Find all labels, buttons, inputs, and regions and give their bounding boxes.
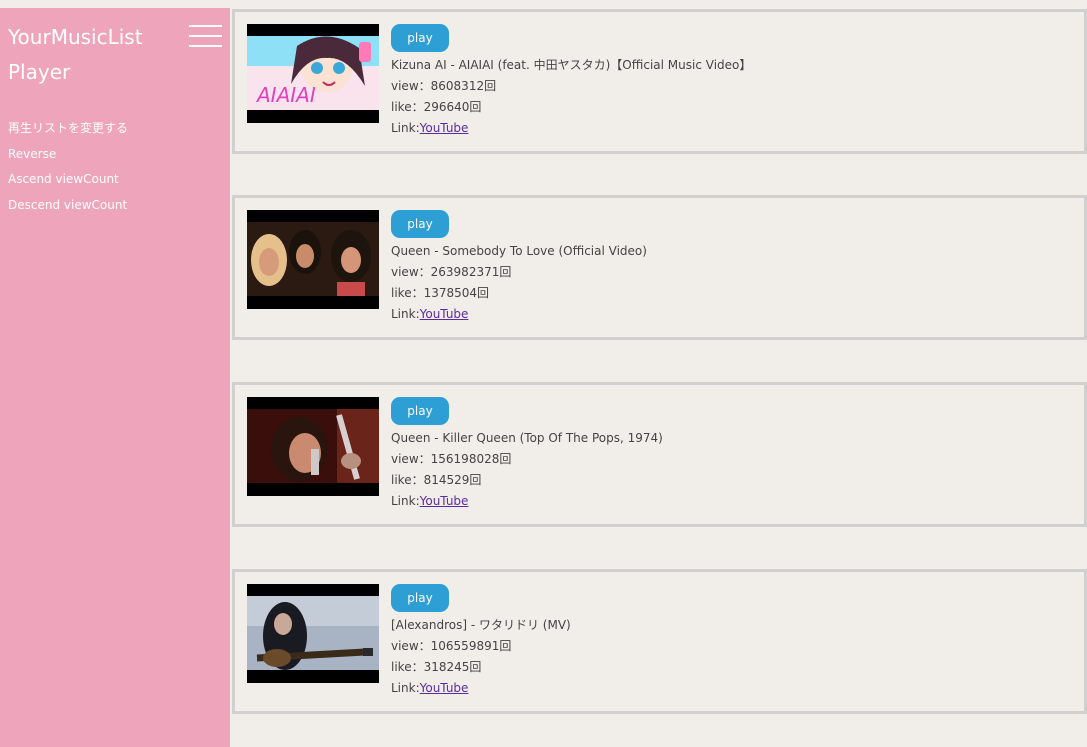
svg-text:AIAIAI: AIAIAI	[255, 83, 316, 107]
sidebar: YourMusicList Player 再生リストを変更する Reverse …	[0, 8, 230, 747]
video-card: play [Alexandros] - ワタリドリ (MV) view：1065…	[232, 569, 1087, 714]
sidebar-item-reverse[interactable]: Reverse	[8, 146, 128, 172]
video-list: AIAIAI play Kizuna AI - AIAIAI (feat. 中田…	[230, 8, 1087, 747]
video-thumbnail[interactable]	[247, 210, 379, 309]
video-thumbnail[interactable]	[247, 584, 379, 683]
like-count: like：814529回	[391, 473, 482, 487]
video-link-row: Link:YouTube	[391, 307, 469, 321]
like-count: like：296640回	[391, 100, 482, 114]
video-link-row: Link:YouTube	[391, 494, 469, 508]
sidebar-item-descend-viewcount[interactable]: Descend viewCount	[8, 197, 128, 223]
video-card: play Queen - Killer Queen (Top Of The Po…	[232, 382, 1087, 527]
app-title-line2: Player	[8, 60, 71, 84]
youtube-link[interactable]: YouTube	[420, 494, 469, 508]
video-card: play Queen - Somebody To Love (Official …	[232, 195, 1087, 340]
youtube-link[interactable]: YouTube	[420, 681, 469, 695]
video-thumbnail-image	[247, 409, 379, 483]
view-count: view：156198028回	[391, 452, 512, 466]
like-count: like：318245回	[391, 660, 482, 674]
view-count: view：263982371回	[391, 265, 512, 279]
top-strip	[0, 0, 1087, 8]
video-title: Kizuna AI - AIAIAI (feat. 中田ヤスタカ)【Offici…	[391, 58, 752, 72]
video-thumbnail[interactable]	[247, 397, 379, 496]
play-button[interactable]: play	[391, 210, 449, 238]
video-thumbnail-image: AIAIAI	[247, 36, 379, 110]
video-title: Queen - Somebody To Love (Official Video…	[391, 244, 647, 258]
view-count: view：106559891回	[391, 639, 512, 653]
video-thumbnail-image	[247, 222, 379, 296]
app-title: YourMusicList Player	[8, 20, 143, 90]
video-title: [Alexandros] - ワタリドリ (MV)	[391, 618, 571, 632]
video-card: AIAIAI play Kizuna AI - AIAIAI (feat. 中田…	[232, 9, 1087, 154]
video-link-row: Link:YouTube	[391, 681, 469, 695]
play-button[interactable]: play	[391, 397, 449, 425]
sidebar-item-change-playlist[interactable]: 再生リストを変更する	[8, 120, 128, 146]
video-thumbnail[interactable]: AIAIAI	[247, 24, 379, 123]
like-count: like：1378504回	[391, 286, 490, 300]
video-info: Queen - Somebody To Love (Official Video…	[391, 241, 647, 325]
video-link-row: Link:YouTube	[391, 121, 469, 135]
app-title-line1: YourMusicList	[8, 25, 143, 49]
video-title: Queen - Killer Queen (Top Of The Pops, 1…	[391, 431, 663, 445]
sidebar-menu: 再生リストを変更する Reverse Ascend viewCount Desc…	[8, 120, 128, 222]
view-count: view：8608312回	[391, 79, 497, 93]
video-info: Kizuna AI - AIAIAI (feat. 中田ヤスタカ)【Offici…	[391, 55, 751, 139]
hamburger-menu-icon[interactable]	[189, 25, 222, 49]
youtube-link[interactable]: YouTube	[420, 121, 469, 135]
video-info: [Alexandros] - ワタリドリ (MV) view：106559891…	[391, 615, 571, 699]
play-button[interactable]: play	[391, 24, 449, 52]
video-info: Queen - Killer Queen (Top Of The Pops, 1…	[391, 428, 663, 512]
play-button[interactable]: play	[391, 584, 449, 612]
youtube-link[interactable]: YouTube	[420, 307, 469, 321]
video-thumbnail-image	[247, 596, 379, 670]
sidebar-item-ascend-viewcount[interactable]: Ascend viewCount	[8, 171, 128, 197]
